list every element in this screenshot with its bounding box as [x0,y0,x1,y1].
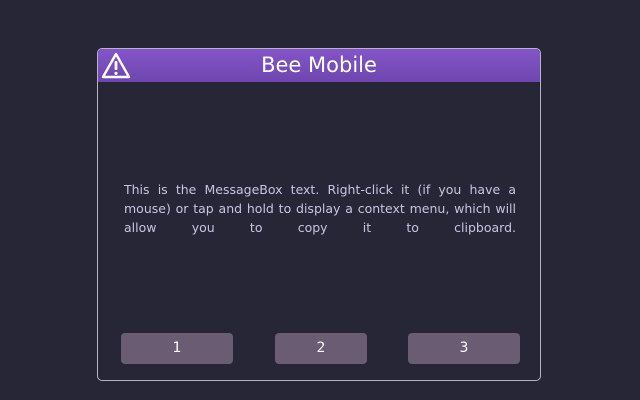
message-box-titlebar: Bee Mobile [98,49,540,82]
button-1[interactable]: 1 [121,333,233,364]
dialog-title: Bee Mobile [261,53,377,77]
button-3[interactable]: 3 [408,333,520,364]
message-text[interactable]: This is the MessageBox text. Right-click… [124,180,516,237]
message-box-dialog: Bee Mobile This is the MessageBox text. … [97,48,541,381]
button-2[interactable]: 2 [275,333,367,364]
